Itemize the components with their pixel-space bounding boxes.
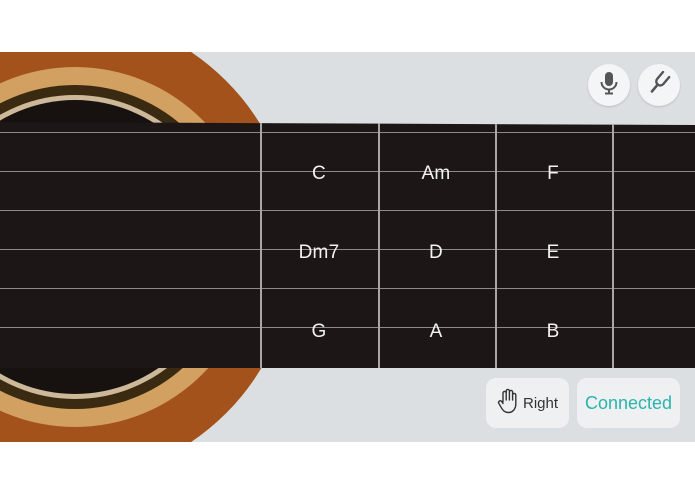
hand-toggle-button[interactable]: Right <box>486 378 569 428</box>
hand-icon <box>497 388 519 419</box>
hand-label: Right <box>522 394 559 412</box>
guitar-stage: C Am F Dm7 D E G A B Right Connected <box>0 52 695 442</box>
microphone-button[interactable] <box>588 64 630 106</box>
string <box>0 132 695 133</box>
tuner-button[interactable] <box>638 64 680 106</box>
chord-button[interactable]: D <box>391 242 481 264</box>
chord-button[interactable]: C <box>274 163 364 185</box>
string <box>0 210 695 211</box>
chord-button[interactable]: Am <box>391 163 481 185</box>
chord-button[interactable]: E <box>508 242 598 264</box>
chord-button[interactable]: A <box>391 321 481 343</box>
fretboard[interactable]: C Am F Dm7 D E G A B <box>0 122 695 368</box>
tuning-fork-icon <box>647 70 671 100</box>
connection-status-button[interactable]: Connected <box>577 378 680 428</box>
fret <box>260 122 262 368</box>
chord-button[interactable]: Dm7 <box>274 242 364 264</box>
connection-status-label: Connected <box>584 392 673 413</box>
chord-button[interactable]: G <box>274 321 364 343</box>
fret <box>612 122 614 368</box>
microphone-icon <box>598 71 620 100</box>
fret <box>495 122 497 368</box>
string <box>0 288 695 289</box>
chord-button[interactable]: B <box>508 321 598 343</box>
chord-button[interactable]: F <box>508 163 598 185</box>
fret <box>378 122 380 368</box>
